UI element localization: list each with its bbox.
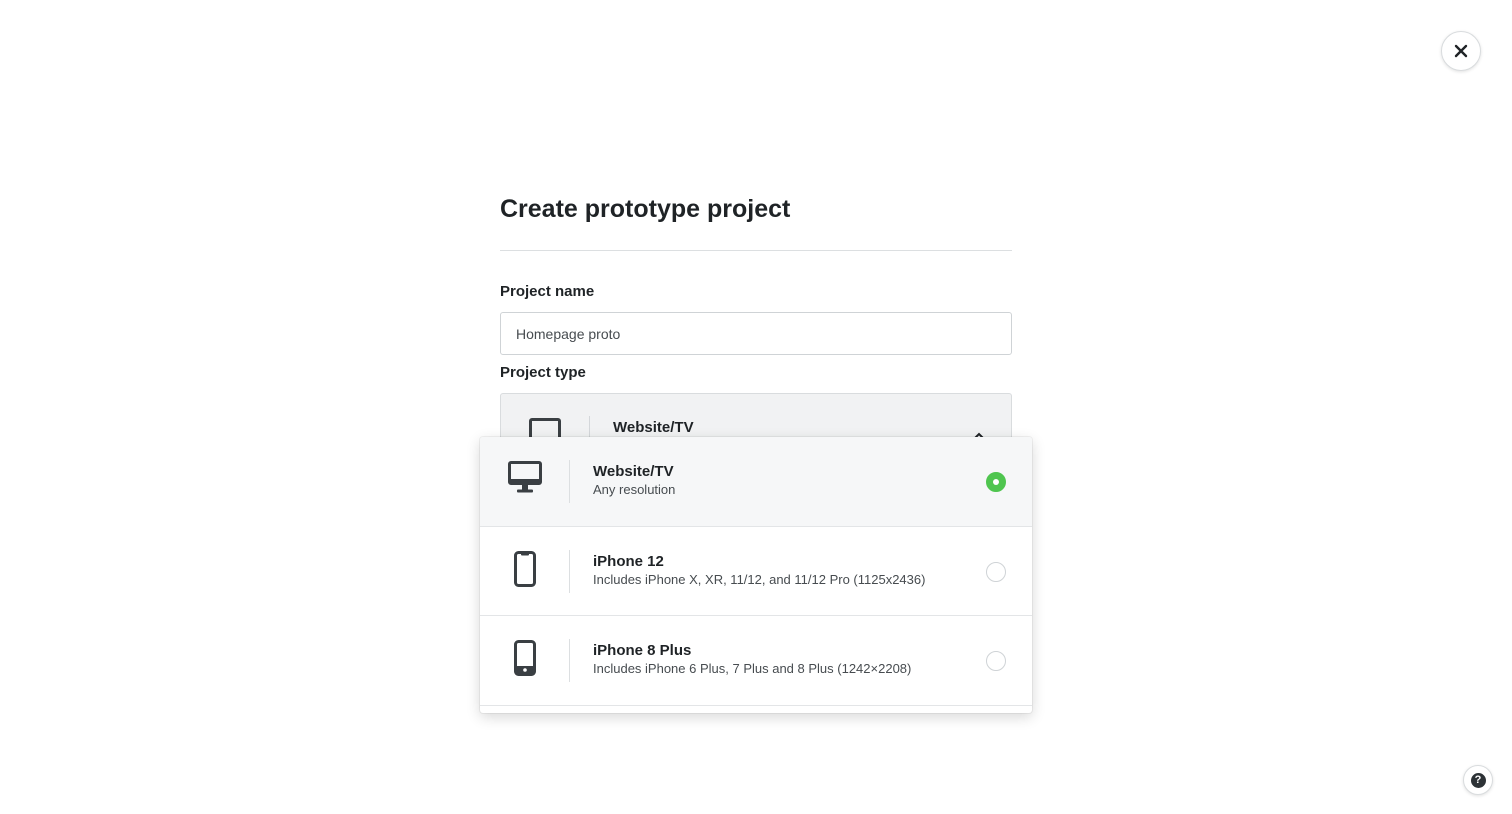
page-title: Create prototype project [500, 195, 791, 223]
title-divider [500, 250, 1012, 251]
option-subtitle: Any resolution [593, 482, 676, 497]
selected-type-label: Website/TV [613, 419, 694, 436]
iphone-notch-icon [514, 550, 536, 587]
option-title: iPhone 12 [593, 552, 664, 570]
option-separator [569, 549, 570, 593]
project-name-label: Project name [500, 283, 595, 300]
option-iphone-8-plus[interactable]: iPhone 8 Plus Includes iPhone 6 Plus, 7 … [480, 616, 1032, 706]
option-iphone-12[interactable]: iPhone 12 Includes iPhone X, XR, 11/12, … [480, 527, 1032, 616]
project-type-dropdown: Website/TV Any resolution iPhone 12 Incl… [480, 437, 1032, 713]
option-radio-selected[interactable] [986, 472, 1006, 492]
option-title: Website/TV [593, 463, 674, 480]
option-radio[interactable] [986, 651, 1006, 671]
project-name-input[interactable] [500, 312, 1012, 355]
option-subtitle: Includes iPhone X, XR, 11/12, and 11/12 … [593, 571, 926, 587]
option-radio[interactable] [986, 561, 1006, 582]
option-separator [569, 639, 570, 682]
iphone-home-button-icon [514, 640, 536, 676]
monitor-icon [508, 461, 542, 493]
help-icon: ? [1470, 772, 1486, 788]
option-subtitle: Includes iPhone 6 Plus, 7 Plus and 8 Plu… [593, 661, 912, 676]
option-separator [569, 460, 570, 503]
close-button[interactable] [1441, 31, 1481, 71]
option-title: iPhone 8 Plus [593, 642, 692, 659]
help-button[interactable]: ? [1463, 765, 1493, 795]
option-website-tv[interactable]: Website/TV Any resolution [480, 437, 1032, 527]
close-icon [1454, 44, 1468, 58]
project-type-label: Project type [500, 364, 586, 381]
